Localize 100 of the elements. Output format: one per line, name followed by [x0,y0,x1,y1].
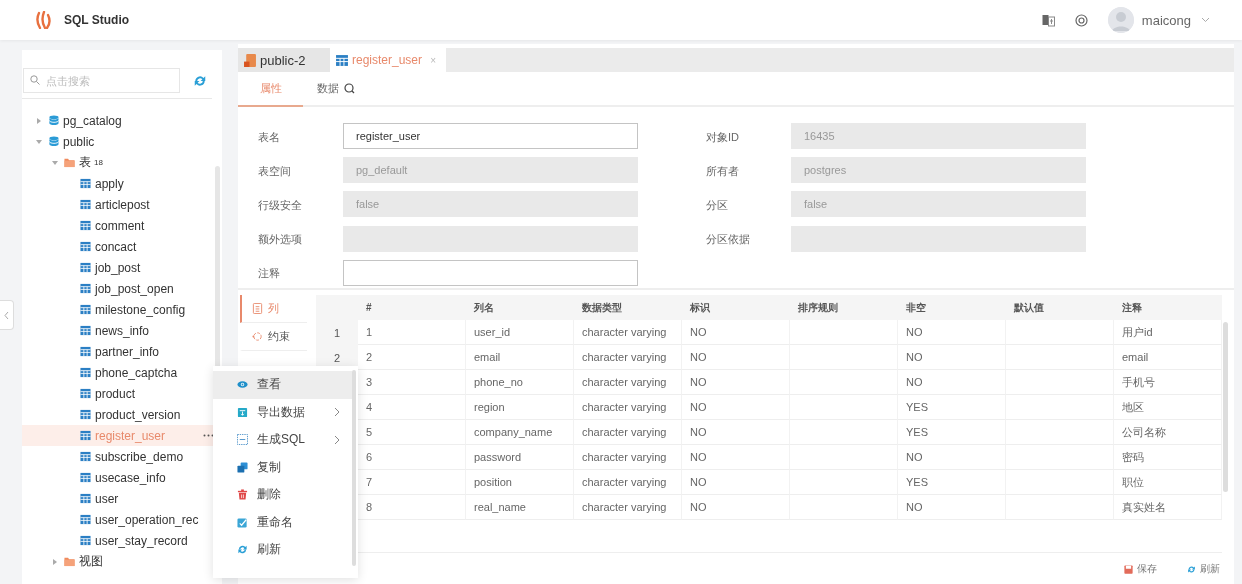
tree-label: articlepost [95,197,150,212]
column-header: 非空 [898,295,1006,320]
field-label: 分区 [706,198,729,213]
table-cell: NO [898,445,1006,470]
menu-item[interactable]: 查看 [213,371,352,399]
caret-down-icon [52,159,58,166]
save-button[interactable]: 保存 [1124,562,1157,576]
search-icon [30,75,40,85]
tree-item[interactable]: articlepost [22,194,222,215]
scrollbar[interactable] [352,370,356,566]
table-cell: NO [898,495,1006,520]
copy-icon [237,461,248,473]
chevron-left-icon [4,310,9,320]
table-cell: NO [682,345,790,370]
table-icon [80,514,91,525]
field-label: 行级安全 [258,198,303,213]
table-cell: 2 [358,345,466,370]
input-field[interactable] [343,259,638,286]
refresh-icon [1187,564,1196,574]
search-field[interactable]: 点击搜索 [23,68,180,93]
tree-label: 表 [79,154,91,171]
item-count: 18 [94,158,103,167]
collapse-button[interactable] [0,300,14,330]
scrollbar[interactable] [1223,322,1228,492]
table-cell: character varying [574,470,682,495]
database-icon [48,115,59,126]
tree-label: job_post_open [95,281,174,296]
tree-label: usecase_info [95,470,166,485]
table-cell: NO [898,320,1006,345]
table-cell: character varying [574,395,682,420]
field-label: 表名 [258,129,281,145]
field-label: 额外选项 [258,232,303,248]
user-name[interactable]: maicong [1141,12,1191,28]
app-title: SQL Studio [64,13,130,27]
list-icon [252,303,263,314]
tree-item[interactable]: comment [22,215,222,236]
table-cell: email [466,345,574,370]
table-icon [80,325,91,336]
tree-label: job_post [95,260,141,275]
tree-item[interactable]: partner_info [22,341,222,362]
table-icon [80,283,91,294]
tree-label: user_stay_record [95,533,188,548]
column-header: 默认值 [1006,295,1114,320]
tree-item[interactable]: job_post [22,257,222,278]
table-icon [80,262,91,273]
tree-label: register_user [95,428,166,443]
tree-label: public [63,134,95,149]
export-icon [237,406,248,418]
tree-label: phone_captcha [95,365,178,380]
tree-item[interactable]: pg_catalog [22,110,222,131]
table-icon [80,472,91,483]
tree-item[interactable]: public [22,131,222,152]
tab[interactable]: 数据 [303,72,368,107]
table-cell: NO [682,395,790,420]
column-header: 列名 [466,295,574,320]
tab[interactable]: public-2 [238,48,330,72]
field-label: 所有者 [706,163,740,179]
folder-icon [64,556,75,567]
chevron-down-icon [1201,17,1210,23]
table-cell: region [466,395,574,420]
refresh-button[interactable]: 刷新 [1187,562,1220,576]
table-cell: position [466,470,574,495]
table-icon [80,304,91,315]
refresh-icon [237,544,248,556]
tree-item[interactable]: news_info [22,320,222,341]
database-icon [48,136,59,147]
caret-down-icon [36,138,42,145]
table-cell: real_name [466,495,574,520]
table-cell: password [466,445,574,470]
table-cell: 公司名称 [1114,420,1222,445]
row-number: 1 [316,320,358,345]
table-cell: character varying [574,420,682,445]
table-cell: user_id [466,320,574,345]
tree-label: 视图 [79,553,103,570]
table-cell: NO [682,495,790,520]
tree-item[interactable]: job_post_open [22,278,222,299]
table-cell: 用户id [1114,320,1222,345]
tree-label: product [95,386,136,401]
tree-item[interactable]: 表 18 [22,152,222,173]
table-cell: company_name [466,420,574,445]
tree-item[interactable]: concact [22,236,222,257]
table-cell: character varying [574,445,682,470]
table-icon [80,388,91,399]
tree-item[interactable]: milestone_config [22,299,222,320]
table-icon [80,199,91,210]
tree-label: partner_info [95,344,160,359]
field-label: 表空间 [258,163,292,179]
refresh-button[interactable] [193,73,207,88]
tree-label: news_info [95,323,150,338]
table-icon [336,53,348,67]
table-cell: NO [682,445,790,470]
table-cell: 职位 [1114,470,1222,495]
table-cell: character varying [574,345,682,370]
table-cell: NO [682,470,790,495]
table-cell: NO [682,420,790,445]
table-cell: NO [682,370,790,395]
tree-item[interactable]: apply [22,173,222,194]
column-header: 数据类型 [574,295,682,320]
input-field[interactable]: register_user [343,123,638,149]
tree-label: user_operation_rec [95,512,199,527]
